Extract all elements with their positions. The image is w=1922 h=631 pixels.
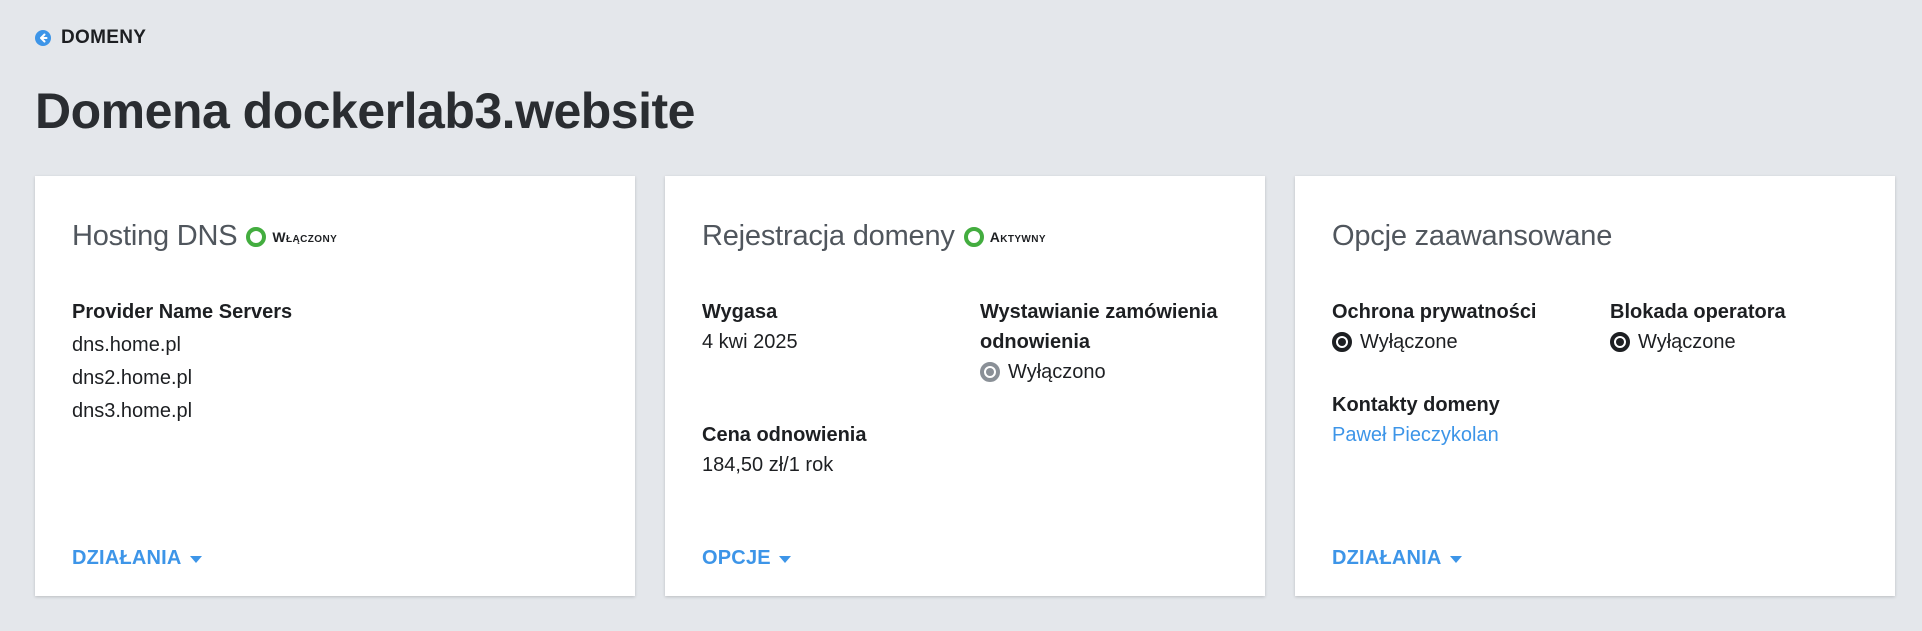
expires-section: Wygasa 4 kwi 2025 [702, 297, 798, 357]
radio-off-icon [1332, 332, 1352, 352]
back-link-label: DOMENY [61, 27, 147, 48]
nameserver-item: dns.home.pl [72, 334, 181, 356]
caret-down-icon [189, 556, 202, 563]
renewal-order-label: odnowienia [980, 331, 1090, 353]
expires-value: 4 kwi 2025 [702, 331, 798, 353]
back-link[interactable]: DOMENY [35, 27, 146, 49]
advanced-actions-label: DZIAŁANIA [1332, 547, 1442, 569]
registration-card-title: Rejestracja domeny [702, 220, 955, 252]
nameserver-item: dns3.home.pl [72, 400, 193, 422]
renewal-order-value: Wyłączono [1008, 361, 1106, 383]
privacy-section: Ochrona prywatności Wyłączone [1332, 297, 1537, 357]
registration-options-dropdown[interactable]: OPCJE [702, 547, 791, 570]
renewal-order-label: Wystawianie zamówienia [980, 301, 1218, 323]
dns-card-header: Hosting DNS Włączony [72, 220, 337, 253]
dns-status-badge: Włączony [246, 226, 338, 247]
renewal-price-value: 184,50 zł/1 rok [702, 454, 834, 476]
arrow-left-circle-icon [35, 30, 51, 46]
dns-actions-label: DZIAŁANIA [72, 547, 182, 569]
domain-registration-card: Rejestracja domeny Aktywny Wygasa 4 kwi … [665, 176, 1265, 596]
registration-card-header: Rejestracja domeny Aktywny [702, 220, 1046, 253]
registration-status-badge: Aktywny [963, 226, 1046, 247]
contacts-section: Kontakty domeny Paweł Pieczykolan [1332, 390, 1500, 450]
registration-status-text: Aktywny [989, 228, 1046, 245]
dns-actions-dropdown[interactable]: DZIAŁANIA [72, 547, 202, 570]
nameserver-item: dns2.home.pl [72, 367, 193, 389]
privacy-status: Wyłączone [1332, 327, 1537, 357]
caret-down-icon [778, 556, 791, 563]
renewal-order-status: Wyłączono [980, 357, 1218, 387]
advanced-actions-dropdown[interactable]: DZIAŁANIA [1332, 547, 1462, 570]
dns-card-title: Hosting DNS [72, 220, 238, 252]
nameservers-label: Provider Name Servers [72, 301, 293, 323]
radio-off-icon [1610, 332, 1630, 352]
status-active-icon [963, 226, 984, 247]
renewal-order-section: Wystawianie zamówienia odnowienia Wyłącz… [980, 297, 1218, 387]
contact-link[interactable]: Paweł Pieczykolan [1332, 420, 1500, 450]
radio-disabled-icon [980, 362, 1000, 382]
renewal-price-label: Cena odnowienia [702, 424, 867, 446]
privacy-value: Wyłączone [1360, 331, 1458, 353]
caret-down-icon [1449, 556, 1462, 563]
dns-hosting-card: Hosting DNS Włączony Provider Name Serve… [35, 176, 635, 596]
advanced-card-header: Opcje zaawansowane [1332, 220, 1612, 253]
contacts-label: Kontakty domeny [1332, 394, 1500, 416]
page-title: Domena dockerlab3.website [35, 83, 695, 139]
renewal-price-section: Cena odnowienia 184,50 zł/1 rok [702, 420, 866, 480]
privacy-label: Ochrona prywatności [1332, 301, 1537, 323]
advanced-options-card: Opcje zaawansowane Ochrona prywatności W… [1295, 176, 1895, 596]
nameservers-section: Provider Name Servers dns.home.pl dns2.h… [72, 297, 292, 428]
registrar-lock-section: Blokada operatora Wyłączone [1610, 297, 1786, 357]
registration-options-label: OPCJE [702, 547, 771, 569]
expires-label: Wygasa [702, 301, 778, 323]
dns-status-text: Włączony [272, 228, 338, 245]
registrar-lock-status: Wyłączone [1610, 327, 1786, 357]
registrar-lock-value: Wyłączone [1638, 331, 1736, 353]
status-active-icon [246, 226, 267, 247]
registrar-lock-label: Blokada operatora [1610, 301, 1786, 323]
advanced-card-title: Opcje zaawansowane [1332, 220, 1613, 252]
